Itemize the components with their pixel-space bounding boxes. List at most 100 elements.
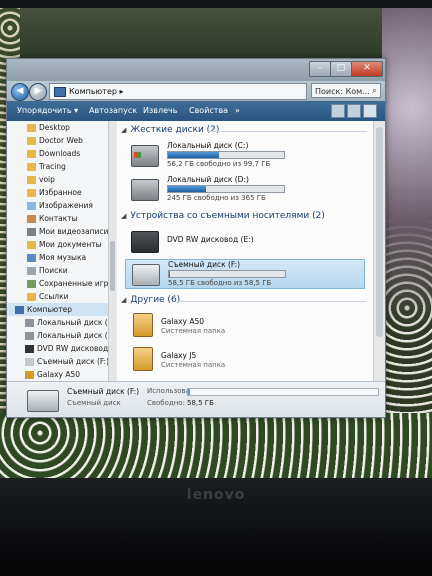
drive-e[interactable]: DVD RW дисковод (E:): [125, 227, 365, 257]
wallpaper-bottom: [0, 413, 432, 478]
nav-item-music[interactable]: Моя музыка: [7, 251, 115, 264]
nav-item-documents[interactable]: Мои документы: [7, 238, 115, 251]
usb-drive-icon: [27, 390, 59, 412]
hard-drive-icon: [25, 319, 34, 327]
folder-icon: [27, 163, 36, 171]
group-hard-drives[interactable]: ◢ Жесткие диски (2): [121, 125, 219, 135]
nav-item-drive-f[interactable]: Съемный диск (F:): [7, 355, 115, 368]
command-bar: Упорядочить ▾ Автозапуск Извлечь Свойств…: [7, 101, 385, 121]
close-button[interactable]: ✕: [351, 61, 383, 77]
search-placeholder: Поиск: Ком...: [315, 87, 370, 96]
details-free-label: Свободно:: [147, 399, 185, 407]
nav-item-drive-d[interactable]: Локальный диск (D:: [7, 329, 115, 342]
nav-item-pictures[interactable]: Изображения: [7, 199, 115, 212]
content-scrollbar[interactable]: [373, 121, 385, 381]
drive-f-free: 58,5 ГБ свободно из 58,5 ГБ: [168, 279, 272, 287]
nav-item-desktop[interactable]: Desktop: [7, 121, 115, 134]
wallpaper-top: [0, 8, 432, 58]
forward-icon[interactable]: ▶: [29, 83, 47, 101]
drive-d-usage-bar: [167, 185, 285, 193]
dvd-drive-icon: [25, 345, 34, 353]
nav-item-links[interactable]: Ссылки: [7, 290, 115, 303]
phone-icon: [25, 371, 34, 379]
nav-item-dvd[interactable]: DVD RW дисковод (: [7, 342, 115, 355]
content-scroll-thumb[interactable]: [376, 127, 383, 337]
collapse-arrow-icon: ◢: [121, 296, 127, 304]
more-button[interactable]: »: [235, 101, 240, 121]
dvd-drive-icon: [131, 231, 159, 253]
maximize-button[interactable]: □: [330, 61, 352, 77]
minimize-button[interactable]: –: [309, 61, 331, 77]
device-type: Системная папка: [161, 361, 226, 369]
view-options-icon[interactable]: [331, 104, 345, 118]
drive-e-name: DVD RW дисковод (E:): [167, 235, 254, 244]
organize-button[interactable]: Упорядочить ▾: [17, 101, 78, 121]
device-galaxy-j5[interactable]: Galaxy J5 Системная папка: [125, 345, 325, 375]
folder-icon: [27, 176, 36, 184]
properties-button[interactable]: Свойства: [189, 101, 228, 121]
back-icon[interactable]: ◀: [11, 83, 29, 101]
address-bar[interactable]: Компьютер ▸: [49, 83, 307, 100]
nav-item-drive-c[interactable]: Локальный диск (C:: [7, 316, 115, 329]
nav-scroll-thumb[interactable]: [110, 241, 115, 291]
nav-item-videos[interactable]: Мои видеозаписи: [7, 225, 115, 238]
usb-drive-icon: [132, 264, 160, 286]
explorer-window: – □ ✕ ◀ ▶ Компьютер ▸ Поиск: Ком... ⌕ Уп…: [6, 58, 386, 418]
folder-icon: [27, 150, 36, 158]
search-input[interactable]: Поиск: Ком... ⌕: [311, 83, 381, 98]
drive-c-name: Локальный диск (C:): [167, 141, 249, 150]
usb-drive-icon: [25, 358, 34, 366]
music-icon: [27, 254, 36, 262]
windows-drive-icon: [131, 145, 159, 167]
drive-c[interactable]: Локальный диск (C:) 56,2 ГБ свободно из …: [125, 141, 365, 171]
drive-f-usage-fill: [169, 271, 171, 277]
drive-f-name: Съемный диск (F:): [168, 260, 241, 269]
search-icon[interactable]: ⌕: [372, 84, 377, 99]
windows-logo-icon: [134, 152, 141, 158]
nav-item-computer[interactable]: Компьютер: [7, 303, 115, 316]
details-usage-bar: [187, 388, 379, 396]
navigation-pane: Desktop Doctor Web Downloads Tracing voi…: [7, 121, 116, 381]
drive-f-usage-bar: [168, 270, 286, 278]
details-type: Съемный диск: [67, 399, 121, 407]
drive-d-name: Локальный диск (D:): [167, 175, 249, 184]
hard-drive-icon: [131, 179, 159, 201]
hard-drive-icon: [25, 332, 34, 340]
links-icon: [27, 293, 36, 301]
videos-icon: [27, 228, 36, 236]
drive-d-free: 245 ГБ свободно из 365 ГБ: [167, 194, 266, 202]
nav-scrollbar[interactable]: [108, 121, 116, 381]
preview-pane-icon[interactable]: [347, 104, 361, 118]
star-folder-icon: [27, 189, 36, 197]
collapse-arrow-icon: ◢: [121, 126, 127, 134]
address-row: ◀ ▶ Компьютер ▸ Поиск: Ком... ⌕: [7, 81, 385, 101]
device-galaxy-a50[interactable]: Galaxy A50 Системная папка: [125, 311, 325, 341]
divider: [177, 301, 367, 302]
documents-icon: [27, 241, 36, 249]
details-name: Съемный диск (F:): [67, 387, 140, 396]
nav-item-searches[interactable]: Поиски: [7, 264, 115, 277]
nav-item-contacts[interactable]: Контакты: [7, 212, 115, 225]
nav-item-voip[interactable]: voip: [7, 173, 115, 186]
pictures-icon: [27, 202, 36, 210]
nav-item-doctor-web[interactable]: Doctor Web: [7, 134, 115, 147]
content-pane: ◢ Жесткие диски (2) Локальный диск (C:) 5…: [117, 121, 373, 381]
computer-icon: [54, 86, 66, 97]
eject-button[interactable]: Извлечь: [143, 101, 177, 121]
computer-icon: [15, 306, 24, 314]
nav-item-favorites[interactable]: Избранное: [7, 186, 115, 199]
address-text: Компьютер: [69, 87, 117, 96]
group-other[interactable]: ◢ Другие (6): [121, 295, 180, 305]
wallpaper-right: [382, 8, 432, 478]
autoplay-button[interactable]: Автозапуск: [89, 101, 137, 121]
drive-f[interactable]: Съемный диск (F:) 58,5 ГБ свободно из 58…: [125, 259, 365, 289]
help-icon[interactable]: [363, 104, 377, 118]
nav-item-tracing[interactable]: Tracing: [7, 160, 115, 173]
group-removable[interactable]: ◢ Устройства со съемными носителями (2): [121, 211, 325, 221]
nav-item-galaxy-a50[interactable]: Galaxy A50: [7, 368, 115, 381]
drive-d[interactable]: Локальный диск (D:) 245 ГБ свободно из 3…: [125, 175, 365, 205]
nav-item-downloads[interactable]: Downloads: [7, 147, 115, 160]
nav-item-saved-games[interactable]: Сохраненные игры: [7, 277, 115, 290]
details-pane: Съемный диск (F:) Съемный диск Использов…: [7, 381, 385, 417]
device-name: Galaxy J5: [161, 351, 197, 360]
